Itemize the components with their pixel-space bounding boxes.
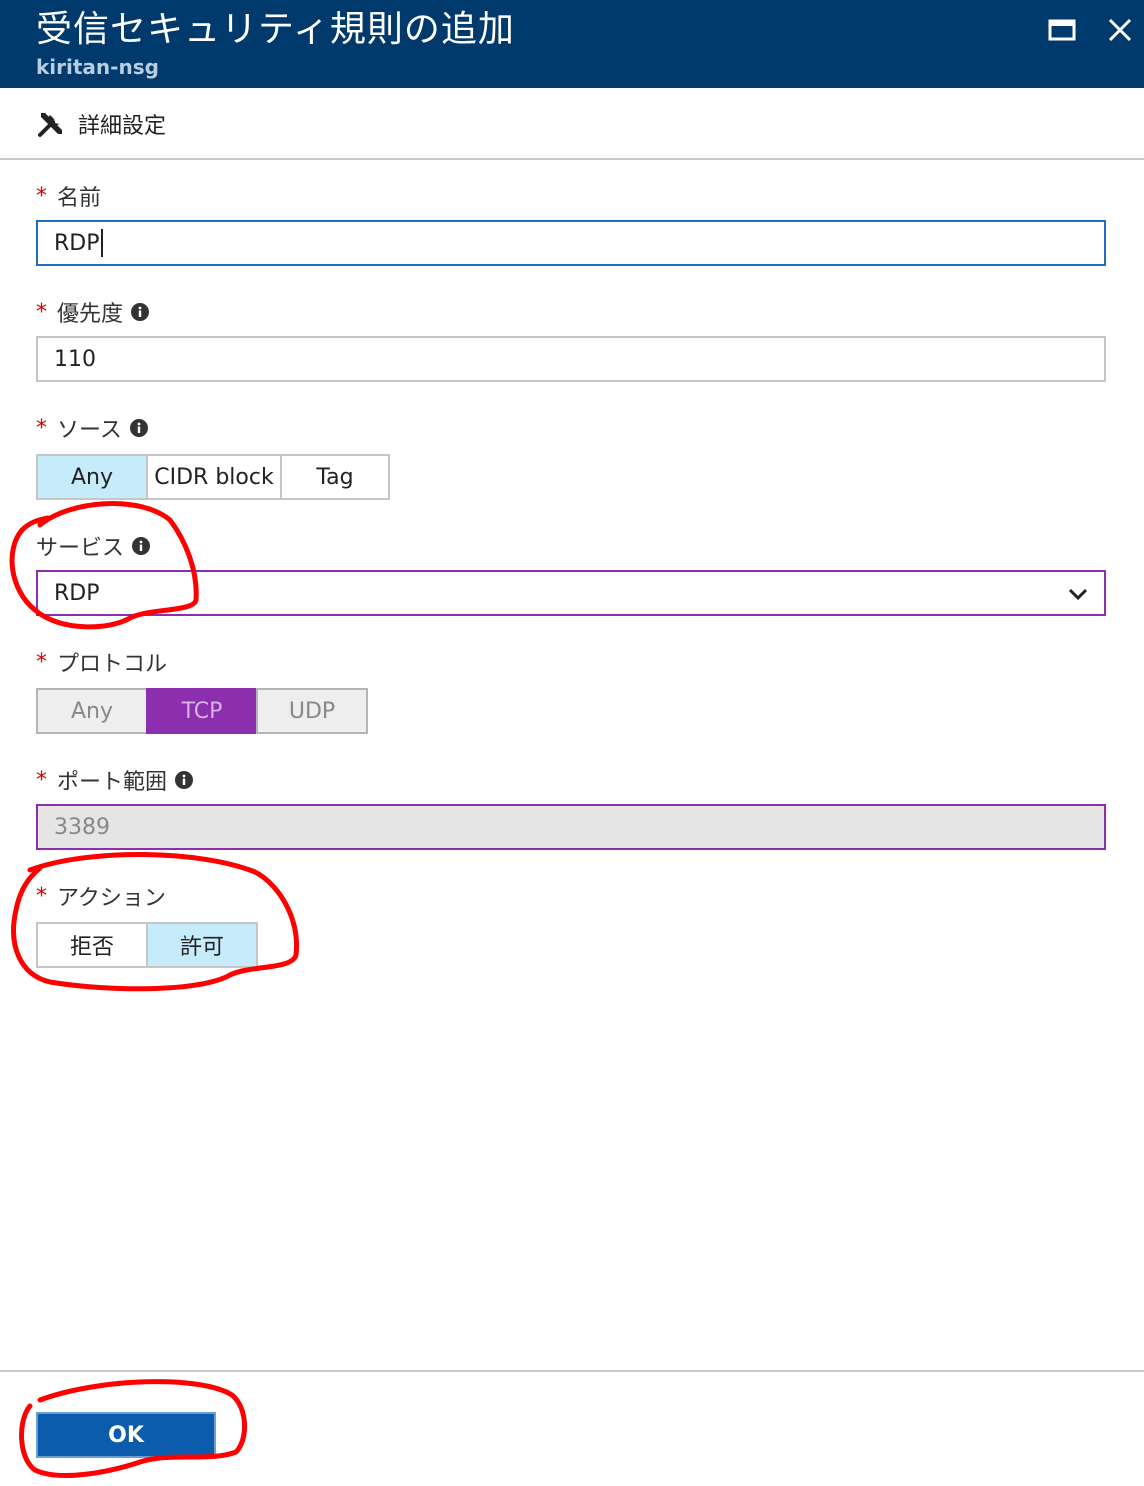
protocol-option-udp[interactable]: UDP xyxy=(256,688,368,734)
action-toggle: 拒否 許可 xyxy=(36,922,258,968)
required-mark: * xyxy=(36,415,47,441)
source-label-text: ソース xyxy=(57,418,122,443)
info-icon[interactable] xyxy=(175,771,194,789)
protocol-label: * プロトコル xyxy=(36,646,167,678)
maximize-icon[interactable] xyxy=(1044,12,1080,48)
required-mark: * xyxy=(36,649,47,675)
advanced-settings-button[interactable]: 詳細設定 xyxy=(36,106,166,142)
port-range-label: * ポート範囲 xyxy=(36,764,194,796)
name-label-text: 名前 xyxy=(57,186,102,211)
source-toggle: Any CIDR block Tag xyxy=(36,454,390,500)
source-option-cidr-block[interactable]: CIDR block xyxy=(146,454,282,500)
action-option-allow[interactable]: 許可 xyxy=(146,922,258,968)
advanced-settings-label: 詳細設定 xyxy=(78,114,167,139)
port-range-label-text: ポート範囲 xyxy=(57,770,168,795)
protocol-option-any[interactable]: Any xyxy=(36,688,148,734)
blade-header: 受信セキュリティ規則の追加 kiritan-nsg xyxy=(0,0,1144,88)
info-icon[interactable] xyxy=(131,303,150,321)
info-icon[interactable] xyxy=(129,419,148,437)
action-option-deny[interactable]: 拒否 xyxy=(36,922,148,968)
action-label-text: アクション xyxy=(57,886,166,911)
protocol-option-tcp[interactable]: TCP xyxy=(146,688,258,734)
service-label: サービス xyxy=(36,530,151,562)
port-range-input[interactable]: 3389 xyxy=(36,804,1106,850)
service-dropdown[interactable]: RDP xyxy=(36,570,1106,616)
chevron-down-icon xyxy=(1066,582,1090,606)
name-label: * 名前 xyxy=(36,180,101,212)
service-label-text: サービス xyxy=(36,536,125,561)
priority-label-text: 優先度 xyxy=(57,302,124,327)
command-bar: 詳細設定 xyxy=(0,88,1144,160)
priority-input-value: 110 xyxy=(54,346,96,372)
ok-button[interactable]: OK xyxy=(36,1412,216,1458)
blade-title: 受信セキュリティ規則の追加 xyxy=(36,9,515,50)
service-dropdown-value: RDP xyxy=(54,580,100,606)
source-label: * ソース xyxy=(36,412,148,444)
required-mark: * xyxy=(36,299,47,325)
tools-icon xyxy=(36,109,66,139)
protocol-label-text: プロトコル xyxy=(57,652,168,677)
blade-subtitle: kiritan-nsg xyxy=(36,55,159,79)
source-option-tag[interactable]: Tag xyxy=(280,454,390,500)
required-mark: * xyxy=(36,883,47,909)
required-mark: * xyxy=(36,183,47,209)
close-icon[interactable] xyxy=(1102,12,1138,48)
name-input[interactable]: RDP xyxy=(36,220,1106,266)
port-range-input-value: 3389 xyxy=(54,814,110,840)
name-input-value: RDP xyxy=(54,230,100,256)
action-label: * アクション xyxy=(36,880,166,912)
footer-divider xyxy=(0,1370,1144,1372)
required-mark: * xyxy=(36,767,47,793)
text-caret xyxy=(100,229,103,257)
protocol-toggle: Any TCP UDP xyxy=(36,688,368,734)
priority-input[interactable]: 110 xyxy=(36,336,1106,382)
source-option-any[interactable]: Any xyxy=(36,454,148,500)
info-icon[interactable] xyxy=(132,537,151,555)
priority-label: * 優先度 xyxy=(36,296,150,328)
